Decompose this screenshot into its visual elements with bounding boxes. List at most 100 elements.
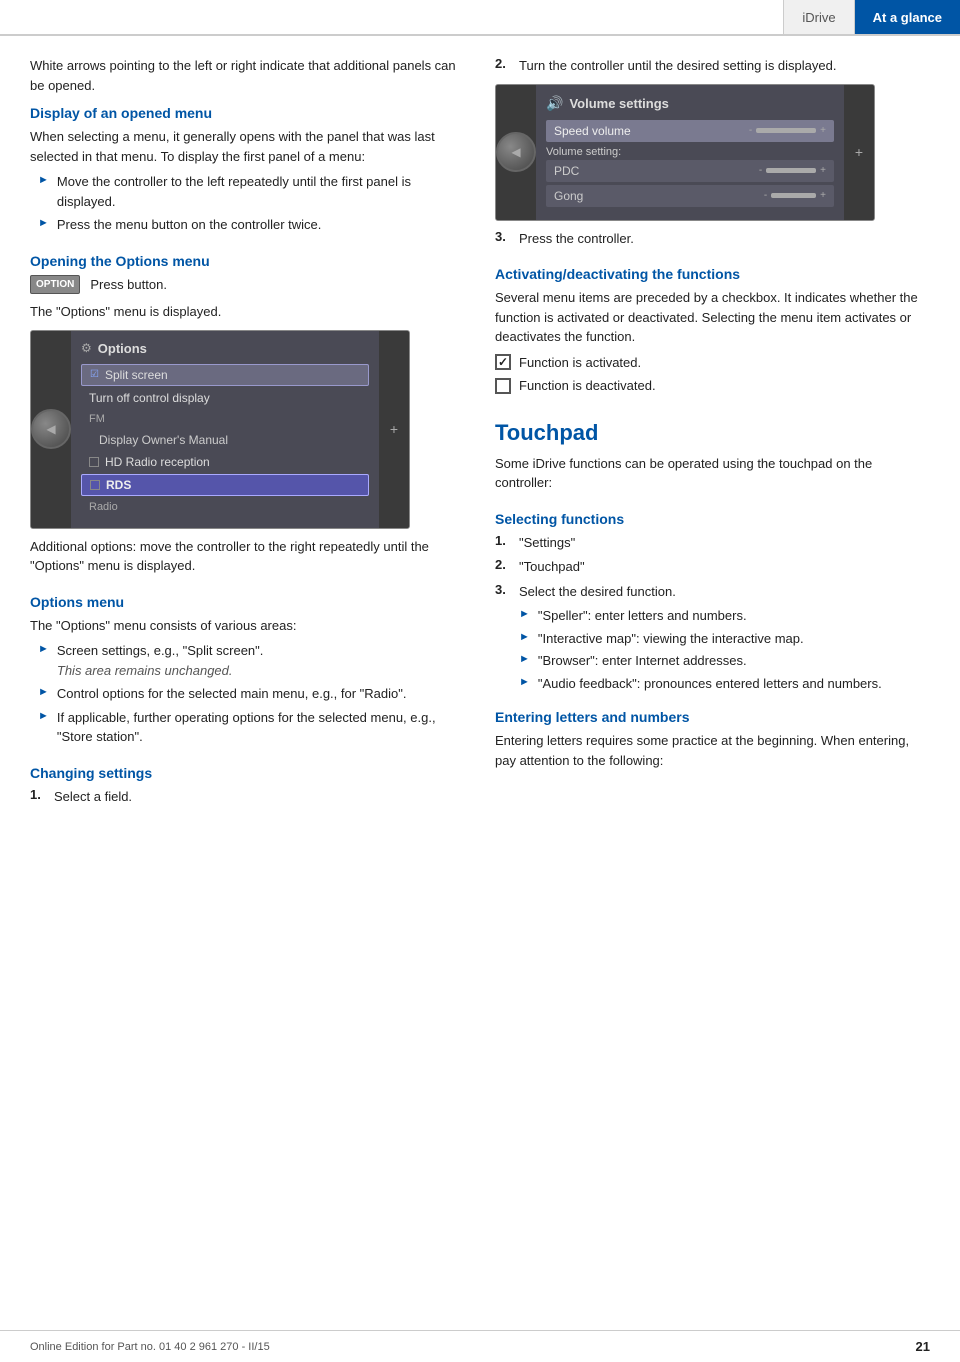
changing-step-1: 1. Select a field. (30, 787, 465, 807)
deactivated-checkbox (495, 378, 511, 394)
plus-icon: + (390, 421, 398, 437)
vol-header: 🔊 Volume settings (546, 95, 834, 112)
vol-screen-row: ◀ 🔊 Volume settings Speed volume - + (496, 85, 874, 220)
pdc-bar-inner (766, 168, 816, 173)
sel-step-2-text: "Touchpad" (519, 557, 585, 577)
sel-num-3: 3. (495, 582, 511, 597)
touchpad-heading: Touchpad (495, 420, 930, 446)
gong-label: Gong (554, 189, 583, 203)
vol-left-arrow: ◀ (511, 145, 520, 159)
sel-step-3-text: Select the desired function. (519, 582, 676, 602)
volume-screen-image: ◀ 🔊 Volume settings Speed volume - + (495, 84, 875, 221)
pdc-minus: - (759, 165, 762, 176)
vol-plus-icon: + (855, 144, 863, 160)
opts-radio-section: Radio (81, 498, 369, 516)
main-content: White arrows pointing to the left or rig… (0, 36, 960, 841)
square-icon-2 (90, 480, 100, 490)
sub-arrow-1: ► (519, 608, 530, 620)
bullet-arrow-4: ► (38, 686, 49, 698)
function-deactivated-row: Function is deactivated. (495, 376, 930, 396)
left-arrow: ◀ (46, 422, 55, 436)
gong-bar: - + (764, 190, 826, 201)
opts-bullet-1: ► Screen settings, e.g., "Split screen".… (30, 641, 465, 680)
right-step-2: 2. Turn the controller until the desired… (495, 56, 930, 76)
activated-label: Function is activated. (519, 353, 641, 373)
gong-minus: - (764, 190, 767, 201)
activated-checkbox (495, 354, 511, 370)
bullet-move-controller: ► Move the controller to the left repeat… (30, 172, 465, 211)
opts-turn-off-label: Turn off control display (89, 391, 210, 405)
sub-speller-text: "Speller": enter letters and numbers. (538, 606, 747, 626)
additional-options-text: Additional options: move the controller … (30, 537, 465, 576)
step-2-text: Turn the controller until the desired se… (519, 56, 836, 76)
header-tabs: iDrive At a glance (783, 0, 960, 34)
gong-bar-inner (771, 193, 816, 198)
intro-text: White arrows pointing to the left or rig… (30, 56, 465, 95)
options-menu-body: The "Options" menu consists of various a… (30, 616, 465, 636)
select-step-2: 2. "Touchpad" (495, 557, 930, 577)
pdc-plus: + (820, 165, 826, 176)
opts-bullet-3-text: If applicable, further operating options… (57, 708, 465, 747)
sel-num-2: 2. (495, 557, 511, 572)
gong-plus: + (820, 190, 826, 201)
bullet-arrow-icon-2: ► (38, 217, 49, 229)
right-step-3: 3. Press the controller. (495, 229, 930, 249)
opts-turn-off: Turn off control display (81, 388, 369, 408)
vol-pdc: PDC - + (546, 160, 834, 182)
tab-at-a-glance[interactable]: At a glance (854, 0, 960, 34)
vol-controller-circle: ◀ (496, 132, 536, 172)
pdc-label: PDC (554, 164, 579, 178)
opts-split-screen: ☑ Split screen (81, 364, 369, 386)
page-number: 21 (916, 1339, 930, 1354)
screen-right-button: + (379, 331, 409, 528)
section-activating-heading: Activating/deactivating the functions (495, 266, 930, 282)
opts-rds: RDS (81, 474, 369, 496)
display-opened-menu-body: When selecting a menu, it generally open… (30, 127, 465, 166)
opts-display-manual: Display Owner's Manual (81, 430, 369, 450)
select-step-1: 1. "Settings" (495, 533, 930, 553)
opts-bullet-1-sub: This area remains unchanged. (57, 663, 233, 678)
option-button-row: OPTION Press button. (30, 275, 465, 295)
controller-left: ◀ (31, 331, 71, 528)
section-opening-options-heading: Opening the Options menu (30, 253, 465, 269)
sel-step-1-text: "Settings" (519, 533, 575, 553)
sub-bullet-speller: ► "Speller": enter letters and numbers. (495, 606, 930, 626)
opts-bullet-1-text: Screen settings, e.g., "Split screen". (57, 643, 264, 658)
section-changing-settings-heading: Changing settings (30, 765, 465, 781)
check-icon: ☑ (90, 369, 99, 380)
section-selecting-heading: Selecting functions (495, 511, 930, 527)
right-column: 2. Turn the controller until the desired… (495, 56, 930, 811)
opts-rds-label: RDS (106, 478, 131, 492)
opts-manual-label: Display Owner's Manual (89, 433, 228, 447)
options-displayed-text: The "Options" menu is displayed. (30, 302, 465, 322)
options-menu-panel: ⚙ Options ☑ Split screen Turn off contro… (71, 331, 379, 528)
tab-idrive[interactable]: iDrive (783, 0, 853, 34)
function-activated-row: Function is activated. (495, 353, 930, 373)
sub-bullet-browser: ► "Browser": enter Internet addresses. (495, 651, 930, 671)
bullet-arrow-3: ► (38, 643, 49, 655)
sub-bullet-map: ► "Interactive map": viewing the interac… (495, 629, 930, 649)
opts-bullet-3: ► If applicable, further operating optio… (30, 708, 465, 747)
step-3-text: Press the controller. (519, 229, 634, 249)
opts-header: ⚙ Options (81, 341, 369, 356)
sub-map-text: "Interactive map": viewing the interacti… (538, 629, 804, 649)
bullet-press-text: Press the menu button on the controller … (57, 215, 321, 235)
controller-circle: ◀ (31, 409, 71, 449)
press-button-text: Press button. (90, 275, 167, 295)
vol-right-btn: + (844, 85, 874, 220)
opts-title: Options (98, 341, 147, 356)
vol-menu-panel: 🔊 Volume settings Speed volume - + Volum… (536, 85, 844, 220)
opts-fm-section: FM (81, 410, 369, 428)
vol-controller-left: ◀ (496, 85, 536, 220)
options-screen-image: ◀ ⚙ Options ☑ Split screen Turn off cont… (30, 330, 410, 529)
sub-bullet-audio: ► "Audio feedback": pronounces entered l… (495, 674, 930, 694)
sub-browser-text: "Browser": enter Internet addresses. (538, 651, 747, 671)
section-options-menu-heading: Options menu (30, 594, 465, 610)
opts-hd-radio: HD Radio reception (81, 452, 369, 472)
sub-audio-text: "Audio feedback": pronounces entered let… (538, 674, 882, 694)
vol-icon: 🔊 (546, 95, 563, 112)
section-display-opened-menu-heading: Display of an opened menu (30, 105, 465, 121)
vol-gong: Gong - + (546, 185, 834, 207)
sub-arrow-2: ► (519, 631, 530, 643)
vol-title: Volume settings (569, 96, 668, 111)
